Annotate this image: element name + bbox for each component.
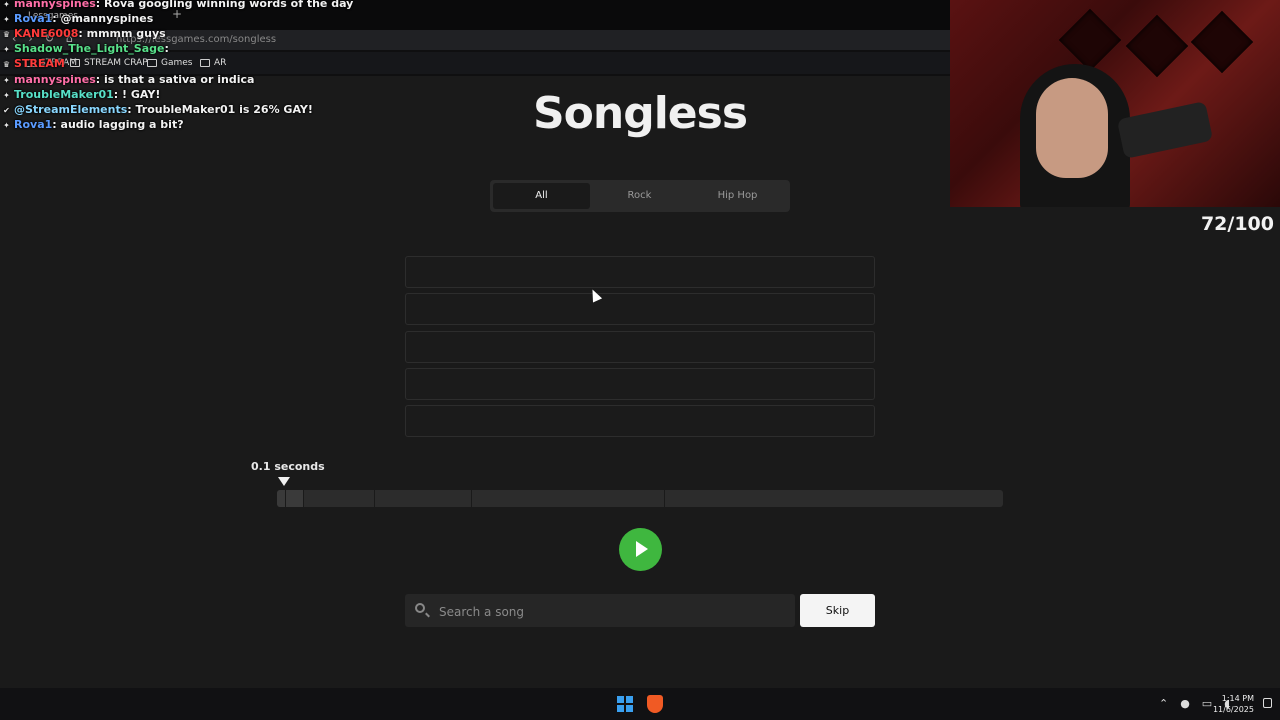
chat-message: ✦ Shadow_The_Light_Sage: (3, 42, 169, 55)
taskbar-clock[interactable]: 1:14 PM 11/6/2025 (1213, 693, 1254, 715)
playhead-marker-icon (278, 477, 290, 486)
chat-user: STREAM (14, 57, 65, 70)
clip-timeline (277, 490, 1003, 507)
guess-slot (405, 368, 875, 400)
microphone-icon[interactable]: ● (1180, 697, 1190, 710)
chat-text: is that a sativa or indica (103, 73, 255, 86)
chat-user: Shadow_The_Light_Sage (14, 42, 165, 55)
chat-user: Rova1 (14, 118, 53, 131)
chat-message: ✔ @StreamElements: TroubleMaker01 is 26% … (3, 103, 313, 116)
timeline-divider (303, 490, 304, 507)
timeline-divider (374, 490, 375, 507)
acoustic-panel (1190, 10, 1254, 74)
chat-message: ✦ Rova1: audio lagging a bit? (3, 118, 184, 131)
chat-user: mannyspines (14, 73, 96, 86)
bookmark-label: AR (214, 58, 227, 68)
chevron-up-icon[interactable]: ⌃ (1159, 697, 1168, 710)
guess-slot (405, 293, 875, 325)
crown-icon: ♛ (2, 29, 11, 39)
acoustic-panel (1125, 14, 1189, 78)
badge-icon: ✦ (3, 14, 10, 24)
bookmark-ar[interactable]: AR (200, 55, 226, 71)
skip-button[interactable]: Skip (800, 594, 875, 627)
genre-tabs: All Rock Hip Hop (490, 180, 790, 212)
folder-icon (70, 59, 80, 67)
chat-user: KANE6008 (14, 27, 79, 40)
chat-text: audio lagging a bit? (60, 118, 184, 131)
play-icon (636, 541, 648, 557)
search-input[interactable] (437, 594, 791, 629)
chat-message: ♛ STREAM (2, 56, 65, 71)
crown-icon: ♛ (2, 59, 11, 69)
tab-all[interactable]: All (493, 183, 590, 209)
chat-message: ✦ mannyspines: is that a sativa or indica (3, 73, 255, 86)
chat-user: mannyspines (14, 0, 96, 10)
folder-icon (200, 59, 210, 67)
acoustic-panel (1058, 8, 1122, 72)
timeline-divider (285, 490, 286, 507)
badge-icon: ✦ (3, 44, 10, 54)
search-icon (415, 603, 425, 613)
folder-icon (147, 59, 157, 67)
chat-message: ✦ Rova1: @mannyspines (3, 12, 154, 25)
bookmark-label: STREAM CRAP (84, 58, 148, 68)
badge-icon: ✦ (3, 0, 10, 9)
windows-start-icon[interactable] (617, 696, 633, 712)
guess-slot (405, 405, 875, 437)
chat-user: @StreamElements (14, 103, 128, 116)
chat-text: Rova googling winning words of the day (103, 0, 354, 10)
clock-date: 11/6/2025 (1212, 705, 1254, 714)
timeline-unlocked (277, 490, 303, 507)
tab-hip-hop[interactable]: Hip Hop (689, 183, 786, 209)
chat-text: TroubleMaker01 is 26% GAY! (135, 103, 313, 116)
tab-rock[interactable]: Rock (591, 183, 688, 209)
timeline-divider (471, 490, 472, 507)
clip-length-label: 0.1 seconds (251, 460, 325, 473)
badge-icon: ✦ (3, 120, 10, 130)
check-icon: ✔ (3, 105, 10, 115)
play-button[interactable] (619, 528, 662, 571)
badge-icon: ✦ (3, 90, 10, 100)
chat-text: ! GAY! (122, 88, 161, 101)
chat-user: Rova1 (14, 12, 53, 25)
bookmark-stream-crap[interactable]: STREAM CRAP (70, 55, 148, 71)
taskbar: ⌃ ● ▭ ◖ 1:14 PM 11/6/2025 (0, 688, 1280, 720)
brave-browser-icon[interactable] (647, 695, 663, 713)
chat-text: mmmm guys (86, 27, 166, 40)
song-search (405, 594, 795, 629)
bookmark-games[interactable]: Games (147, 55, 192, 71)
timeline-divider (664, 490, 665, 507)
clock-time: 1:14 PM (1221, 694, 1254, 703)
chat-message: ♛ KANE6008: mmmm guys (2, 27, 166, 40)
network-icon[interactable]: ▭ (1202, 697, 1212, 710)
progress-counter: 72/100 (1200, 213, 1274, 235)
guess-slot (405, 256, 875, 288)
notification-icon[interactable] (1263, 698, 1272, 708)
bookmark-label: Games (161, 58, 193, 68)
chat-message: ✦ TroubleMaker01: ! GAY! (3, 88, 161, 101)
guess-slot (405, 331, 875, 363)
chat-message: ✦ mannyspines: Rova googling winning word… (2, 0, 353, 11)
badge-icon: ✦ (3, 75, 10, 85)
chat-text: @mannyspines (60, 12, 154, 25)
chat-user: TroubleMaker01 (14, 88, 114, 101)
